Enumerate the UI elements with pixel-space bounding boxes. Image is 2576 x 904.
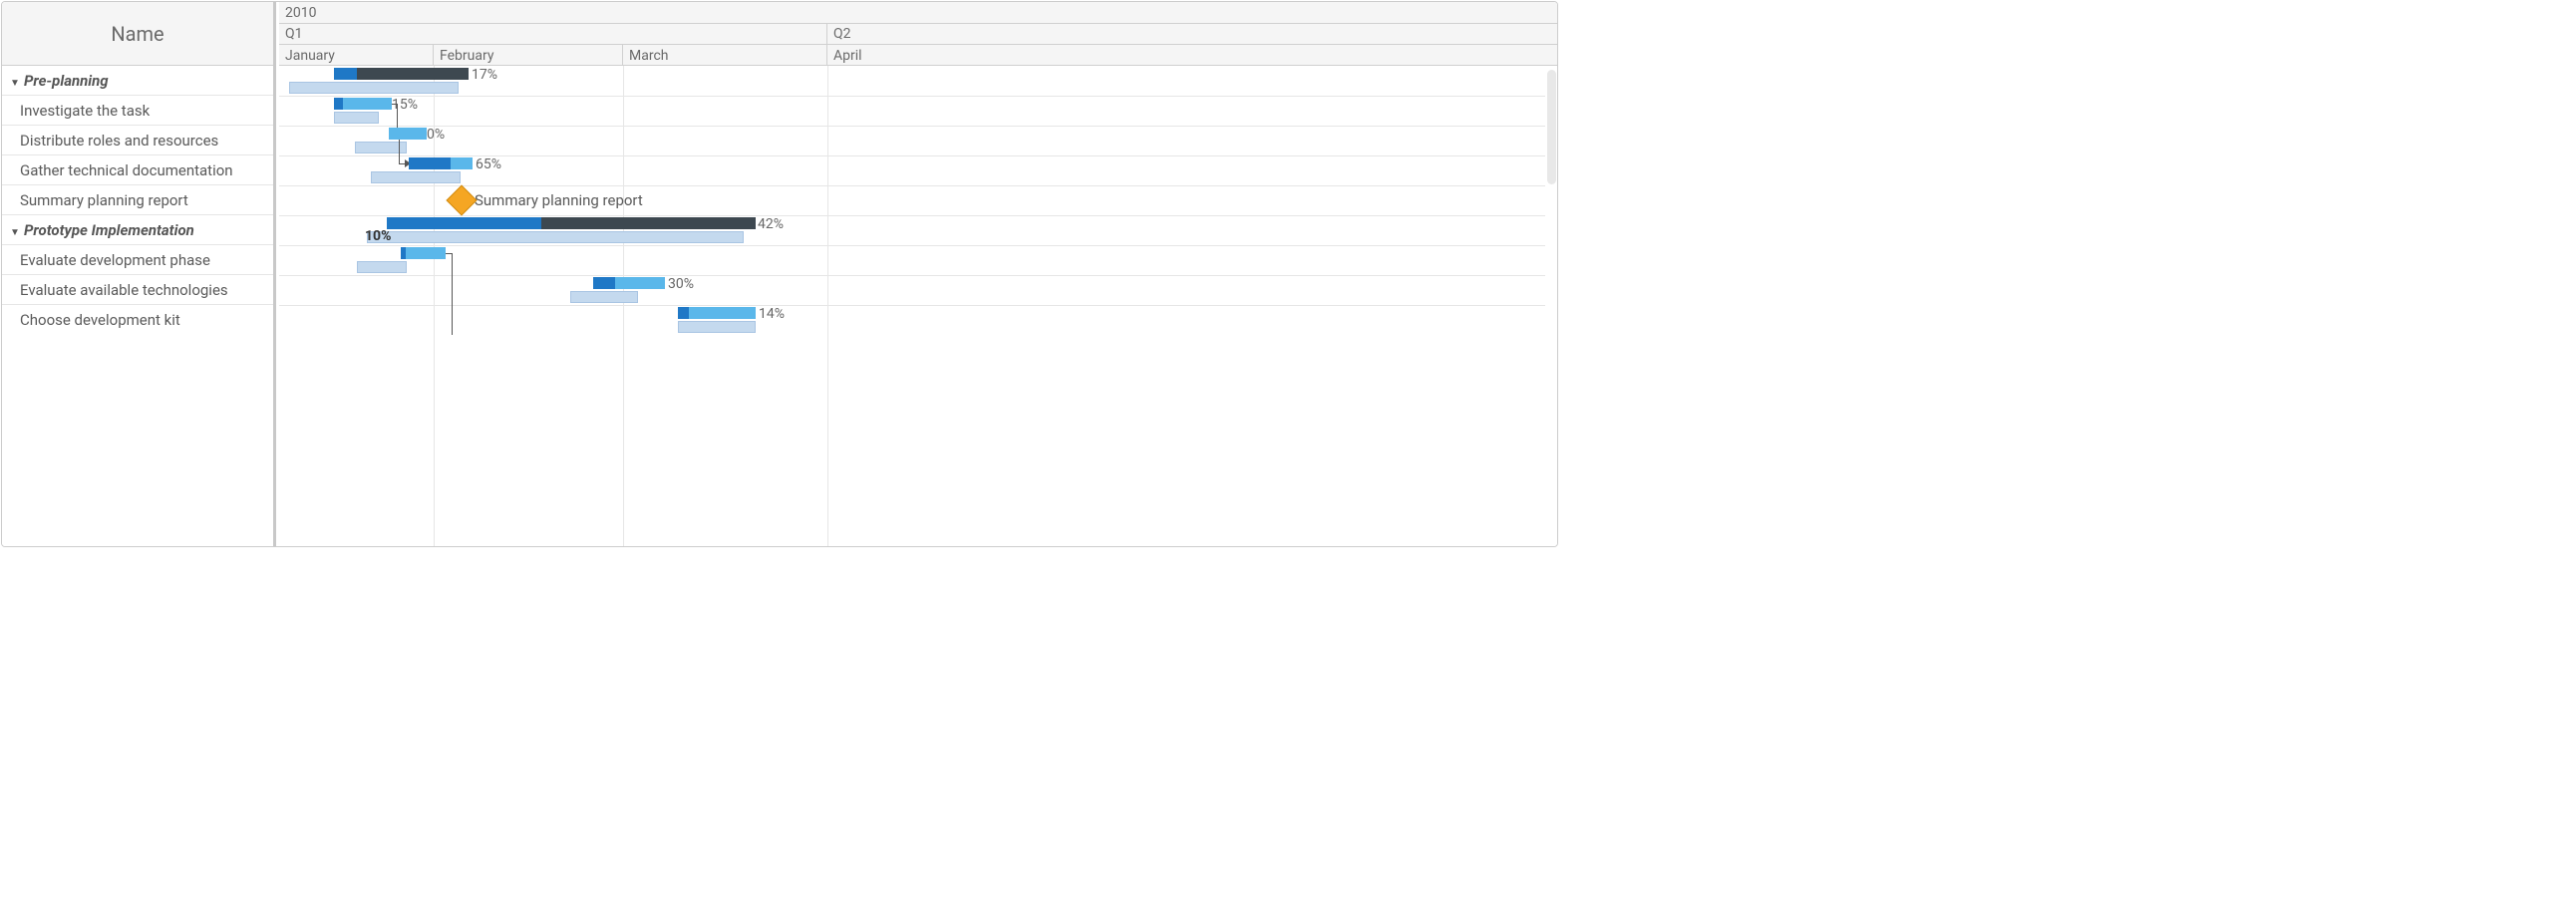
task-row[interactable]: Summary planning report xyxy=(2,185,273,215)
task-label: Investigate the task xyxy=(20,102,150,120)
timeline-header: 2010 Q1 Q2 January February March April xyxy=(279,2,1557,66)
name-column-label: Name xyxy=(111,22,163,46)
timeline-body[interactable]: 17% 15% xyxy=(279,66,1545,546)
progress-label: 15% xyxy=(392,97,418,113)
progress-label: 17% xyxy=(472,67,497,83)
gantt-chart: Name ▼Pre-planning Investigate the task … xyxy=(1,1,1558,547)
name-column-header[interactable]: Name xyxy=(2,2,273,66)
progress-label: 10% xyxy=(365,228,391,244)
progress-label: 30% xyxy=(668,276,694,292)
progress-label: 14% xyxy=(759,306,785,322)
quarter-header: Q1 xyxy=(279,24,827,44)
month-header: February xyxy=(434,45,623,66)
month-header: April xyxy=(827,45,1557,66)
chevron-down-icon[interactable]: ▼ xyxy=(10,218,20,245)
progress-label: 0% xyxy=(427,127,445,143)
task-row[interactable]: Evaluate available technologies xyxy=(2,275,273,305)
timeline-pane: 2010 Q1 Q2 January February March April xyxy=(279,2,1557,546)
task-label: Evaluate development phase xyxy=(20,251,210,269)
task-list-pane: Name ▼Pre-planning Investigate the task … xyxy=(2,2,276,546)
task-label: Evaluate available technologies xyxy=(20,281,228,299)
task-label: Prototype Implementation xyxy=(24,221,194,239)
vertical-scrollbar[interactable] xyxy=(1547,70,1556,184)
task-label: Summary planning report xyxy=(20,191,188,209)
chevron-down-icon[interactable]: ▼ xyxy=(10,69,20,96)
milestone-label: Summary planning report xyxy=(475,191,643,209)
task-row[interactable]: Investigate the task xyxy=(2,96,273,126)
month-header: March xyxy=(623,45,827,66)
task-row[interactable]: Distribute roles and resources xyxy=(2,126,273,155)
task-list: ▼Pre-planning Investigate the task Distr… xyxy=(2,66,273,335)
task-label: Pre-planning xyxy=(24,72,109,90)
year-header: 2010 xyxy=(279,2,1557,23)
progress-label: 65% xyxy=(476,156,501,172)
task-label: Distribute roles and resources xyxy=(20,132,218,150)
task-row[interactable]: Choose development kit xyxy=(2,305,273,335)
month-header: January xyxy=(279,45,434,66)
progress-label: 42% xyxy=(758,216,784,232)
task-label: Choose development kit xyxy=(20,311,180,329)
task-row-group[interactable]: ▼Pre-planning xyxy=(2,66,273,96)
task-row-group[interactable]: ▼Prototype Implementation xyxy=(2,215,273,245)
task-label: Gather technical documentation xyxy=(20,161,233,179)
task-row[interactable]: Gather technical documentation xyxy=(2,155,273,185)
quarter-header: Q2 xyxy=(827,24,1557,44)
task-row[interactable]: Evaluate development phase xyxy=(2,245,273,275)
